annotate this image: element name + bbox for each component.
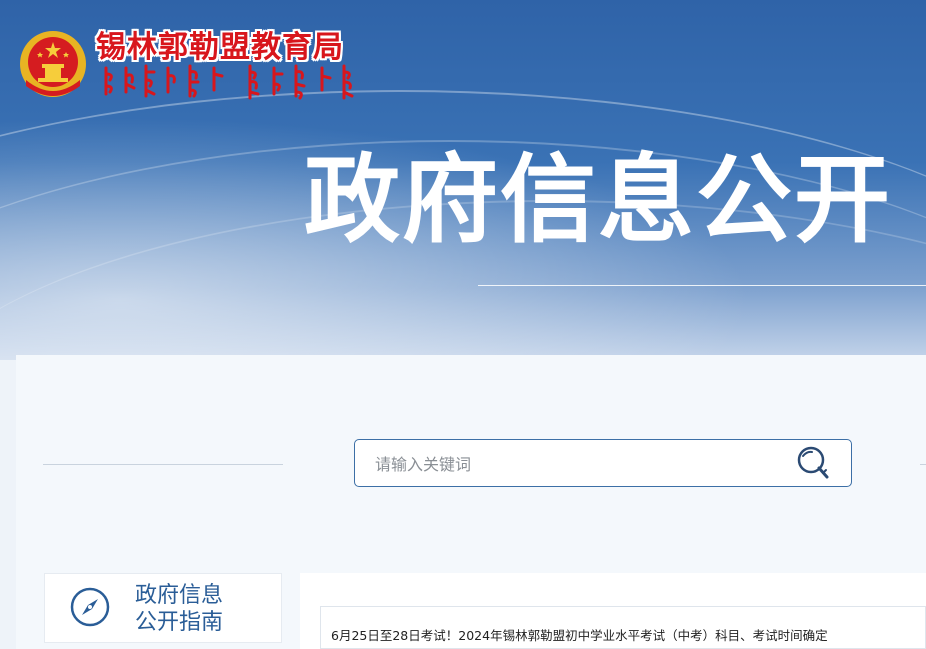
compass-icon bbox=[70, 587, 110, 627]
site-name: 锡林郭勒盟教育局 bbox=[96, 30, 344, 65]
divider-line bbox=[920, 464, 926, 465]
search-bar bbox=[354, 439, 852, 487]
guide-label-line1: 政府信息 bbox=[135, 583, 224, 608]
hero-divider-line bbox=[478, 285, 926, 286]
news-headline-link[interactable]: 6月25日至28日考试！2024年锡林郭勒盟初中学业水平考试（中考）科目、考试时… bbox=[331, 625, 828, 644]
info-disclosure-guide-link[interactable]: 政府信息 公开指南 bbox=[44, 573, 282, 643]
search-button[interactable] bbox=[793, 444, 837, 484]
hero-title: 政府信息公开 bbox=[304, 144, 892, 256]
guide-label: 政府信息 公开指南 bbox=[135, 582, 223, 636]
search-input[interactable] bbox=[373, 449, 777, 479]
mongolian-script-name-icon bbox=[104, 64, 354, 100]
national-emblem-icon bbox=[20, 31, 86, 97]
search-icon bbox=[797, 446, 829, 479]
guide-label-line2: 公开指南 bbox=[135, 610, 224, 635]
divider-line bbox=[43, 464, 283, 465]
